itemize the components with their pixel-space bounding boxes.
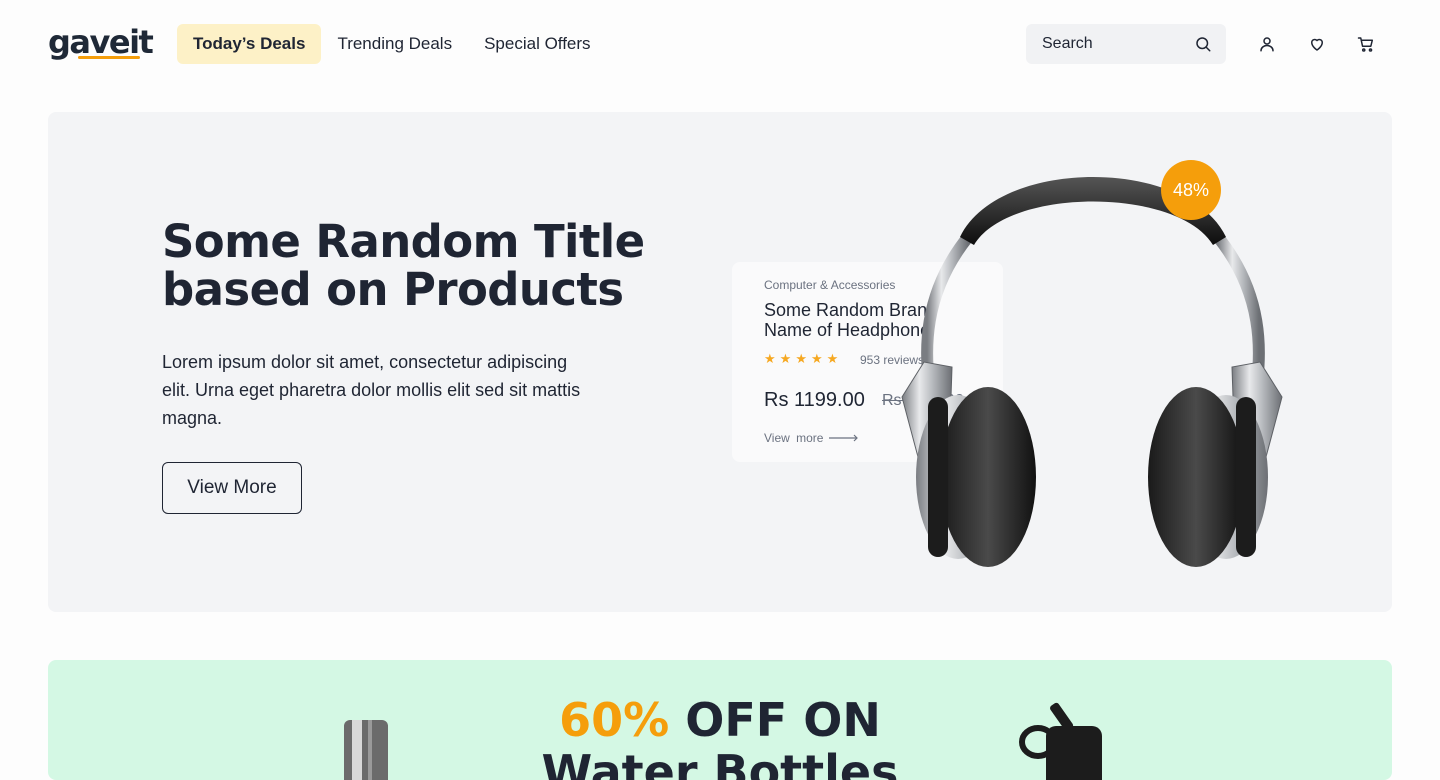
promo-discount: 60% [559, 693, 670, 747]
star-icon: ★ [779, 351, 792, 366]
search-icon[interactable] [1194, 35, 1212, 53]
product-category: Computer & Accessories [764, 278, 896, 292]
product-price: Rs 1199.00 [764, 389, 865, 411]
logo[interactable]: gaveit [48, 24, 154, 64]
view-more-link-label: View more [764, 431, 824, 445]
hero-title: Some Random Title based on Products [162, 215, 645, 316]
headphones-image [901, 177, 1283, 567]
cart-icon[interactable] [1354, 32, 1378, 56]
star-icon: ★ [764, 351, 776, 366]
heart-icon[interactable] [1305, 32, 1329, 56]
logo-underline [78, 56, 140, 59]
star-icon: ★ [826, 351, 839, 366]
promo-title-line2: Water Bottles [541, 745, 899, 780]
search-input[interactable] [1042, 35, 1182, 53]
nav-todays-deals[interactable]: Today’s Deals [177, 24, 322, 64]
star-icon: ★ [810, 351, 823, 366]
discount-badge: 48% [1161, 160, 1221, 220]
sport-bottle-image [1019, 702, 1102, 780]
view-more-button[interactable]: View More [162, 462, 302, 514]
nav-trending-deals[interactable]: Trending Deals [321, 24, 468, 64]
star-icon: ★ [795, 351, 807, 366]
promo-title-text: OFF ON [669, 693, 881, 747]
site-header: gaveit Today’s Deals Trending Deals Spec… [0, 0, 1440, 88]
hero-description: Lorem ipsum dolor sit amet, consectetur … [162, 352, 581, 428]
logo-text: gaveit [48, 23, 154, 61]
hero-banner: Some Random Title based on Products Lore… [48, 112, 1392, 612]
promo-title: 60% OFF ON Water Bottles [48, 694, 1392, 780]
arrow-right-icon [829, 434, 859, 442]
main-nav: Today’s Deals Trending Deals Special Off… [177, 24, 607, 64]
promo-banner: 60% OFF ON Water Bottles [48, 660, 1392, 780]
nav-special-offers[interactable]: Special Offers [468, 24, 606, 64]
view-more-link[interactable]: View more [764, 431, 859, 445]
search-box [1026, 24, 1226, 64]
user-icon[interactable] [1255, 32, 1279, 56]
rating-stars: ★ ★ ★ ★ ★ [764, 352, 838, 365]
